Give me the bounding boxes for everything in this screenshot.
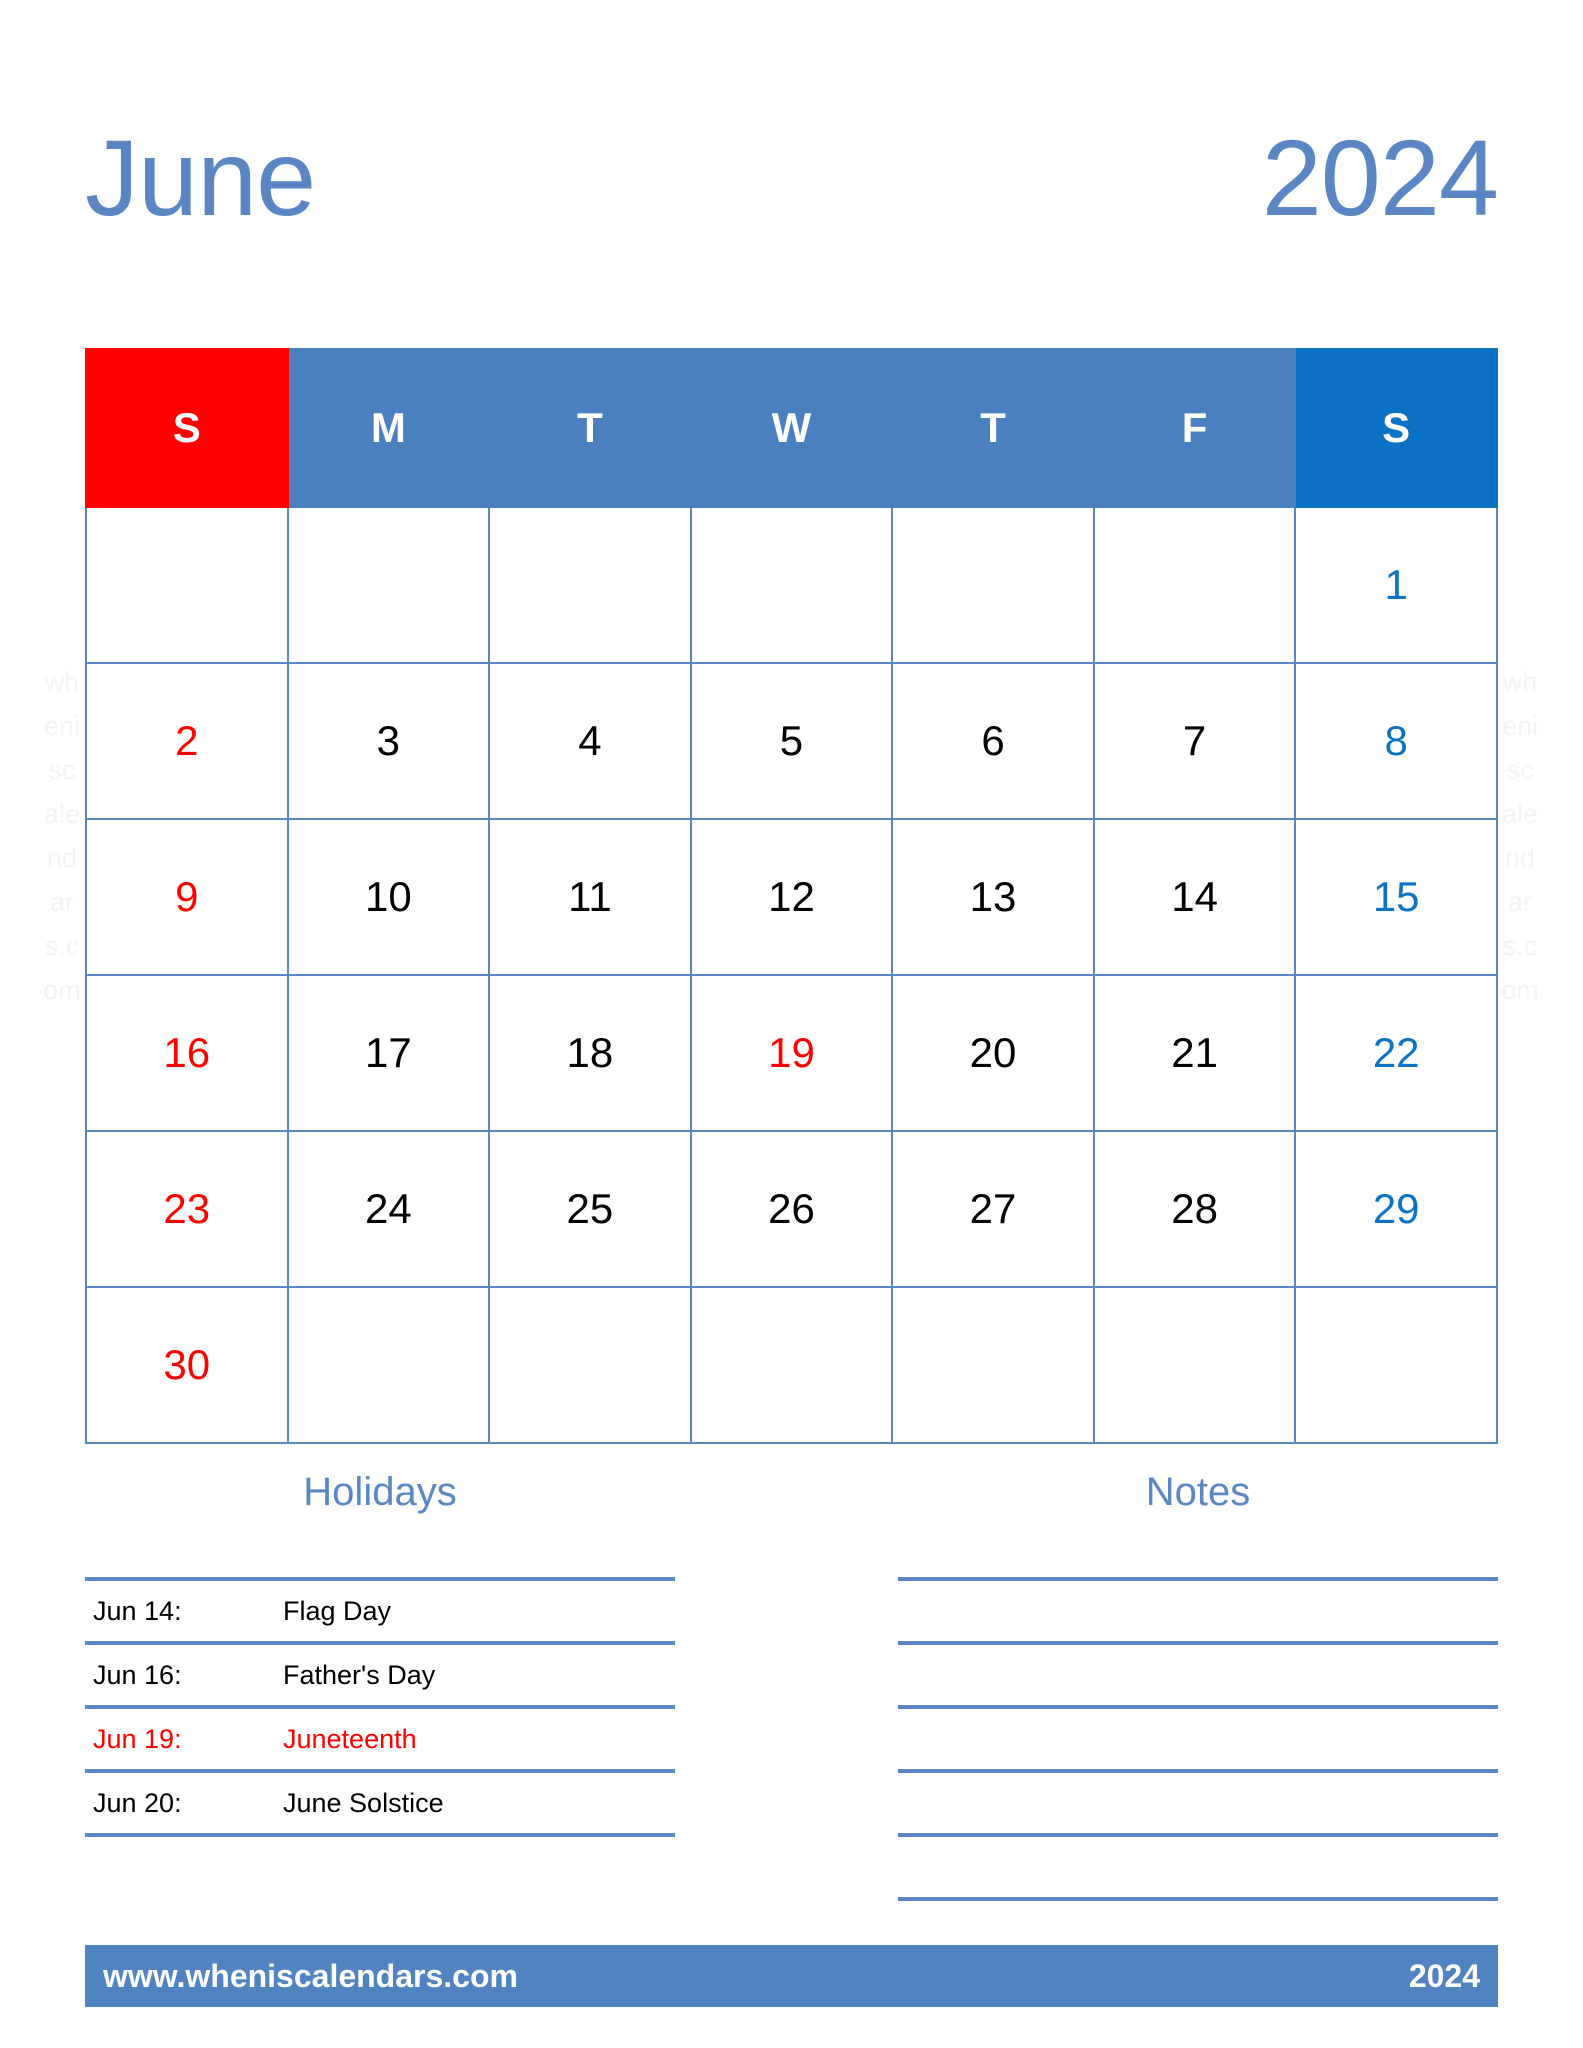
footer-year: 2024 [1408,1957,1480,1994]
day-cell-29[interactable]: 29 [1294,1130,1498,1288]
weekday-header-2: T [488,348,692,508]
day-cell-30[interactable]: 30 [85,1286,289,1444]
day-cell-empty [286,1286,491,1444]
day-cell-24[interactable]: 24 [286,1130,491,1288]
day-cell-11[interactable]: 11 [488,818,692,976]
day-cell-empty [85,506,289,664]
day-cell-7[interactable]: 7 [1092,662,1297,820]
holiday-row: Jun 19: Juneteenth [85,1705,675,1769]
day-cell-5[interactable]: 5 [689,662,894,820]
watermark-left: wheniscalendars.com [43,667,81,1005]
day-cell-10[interactable]: 10 [286,818,491,976]
day-cell-13[interactable]: 13 [891,818,1095,976]
day-cell-empty [1092,506,1297,664]
day-cell-22[interactable]: 22 [1294,974,1498,1132]
note-write-line[interactable] [898,1769,1498,1833]
day-cell-17[interactable]: 17 [286,974,491,1132]
day-cell-26[interactable]: 26 [689,1130,894,1288]
holiday-row: Jun 14: Flag Day [85,1577,675,1641]
day-cell-8[interactable]: 8 [1294,662,1498,820]
day-cell-19[interactable]: 19 [689,974,894,1132]
day-cell-6[interactable]: 6 [891,662,1095,820]
holiday-name: Flag Day [283,1595,392,1626]
day-cell-empty [891,1286,1095,1444]
day-cell-4[interactable]: 4 [488,662,692,820]
day-cell-empty [1294,1286,1498,1444]
day-cell-20[interactable]: 20 [891,974,1095,1132]
weekday-header-4: T [891,348,1095,508]
holiday-row: Jun 16: Father's Day [85,1641,675,1705]
weekday-header-1: M [286,348,491,508]
holiday-date: Jun 19: [93,1723,182,1754]
notes-title: Notes [1145,1470,1251,1514]
calendar-week-row: 16 17 18 19 20 21 22 [85,974,1498,1132]
calendar-week-row: 30 [85,1286,1498,1444]
calendar-week-row: 9 10 11 12 13 14 15 [85,818,1498,976]
bottom-panels: Holidays Jun 14: Flag Day Jun 16: Father's … [85,1470,1498,1901]
calendar-week-row: 23 24 25 26 27 28 29 [85,1130,1498,1288]
calendar-week-row: 1 [85,506,1498,664]
day-cell-2[interactable]: 2 [85,662,289,820]
footer-website[interactable]: www.wheniscalendars.com [103,1958,518,1995]
day-cell-21[interactable]: 21 [1092,974,1297,1132]
notes-panel: Notes [898,1470,1498,1901]
holiday-name: Father's Day [283,1659,436,1690]
holidays-title: Holidays [303,1470,457,1514]
weekday-header-5: F [1092,348,1297,508]
holidays-list: Jun 14: Flag Day Jun 16: Father's Day Jun 19… [85,1577,675,1837]
weekday-header-3: W [689,348,894,508]
page-title: June 2024 [85,108,1499,248]
holiday-date: Jun 20: [93,1787,182,1818]
day-cell-empty [689,506,894,664]
day-cell-empty [488,1286,692,1444]
day-cell-9[interactable]: 9 [85,818,289,976]
holiday-name: Juneteenth [283,1723,417,1754]
day-cell-empty [891,506,1095,664]
day-cell-1[interactable]: 1 [1294,506,1498,664]
calendar-page: wheniscalendars.com wheniscalendars.com … [0,0,1583,2048]
holidays-panel: Holidays Jun 14: Flag Day Jun 16: Father's … [85,1470,675,1901]
day-cell-empty [488,506,692,664]
day-cell-empty [689,1286,894,1444]
holiday-date: Jun 16: [93,1659,182,1690]
weekday-header-0: S [85,348,289,508]
day-cell-23[interactable]: 23 [85,1130,289,1288]
weekday-header-row: SMTWTFS [85,348,1498,508]
day-cell-27[interactable]: 27 [891,1130,1095,1288]
holiday-name: June Solstice [283,1787,444,1818]
note-write-line[interactable] [898,1833,1498,1901]
day-cell-12[interactable]: 12 [689,818,894,976]
day-cell-empty [1092,1286,1297,1444]
day-cell-14[interactable]: 14 [1092,818,1297,976]
footer-bar: www.wheniscalendars.com 2024 [85,1945,1498,2007]
day-cell-16[interactable]: 16 [85,974,289,1132]
notes-lines [898,1577,1498,1901]
day-cell-15[interactable]: 15 [1294,818,1498,976]
weekday-header-6: S [1294,348,1498,508]
note-write-line[interactable] [898,1705,1498,1769]
day-cell-28[interactable]: 28 [1092,1130,1297,1288]
holiday-row: Jun 20: June Solstice [85,1769,675,1837]
note-write-line[interactable] [898,1641,1498,1705]
calendar-week-row: 2345678 [85,662,1498,820]
watermark-right: wheniscalendars.com [1501,667,1539,1005]
calendar-grid: SMTWTFS 1 2 3 4 5 6 7 8 9 10 11 12 13 14 15 16 17 18 19 20 2… [85,348,1498,1444]
holiday-date: Jun 14: [93,1595,182,1626]
day-cell-empty [286,506,491,664]
day-cell-25[interactable]: 25 [488,1130,692,1288]
year-title: 2024 [1261,117,1499,238]
month-title: June [85,117,316,238]
day-cell-3[interactable]: 3 [286,662,491,820]
day-cell-18[interactable]: 18 [488,974,692,1132]
note-write-line[interactable] [898,1577,1498,1641]
